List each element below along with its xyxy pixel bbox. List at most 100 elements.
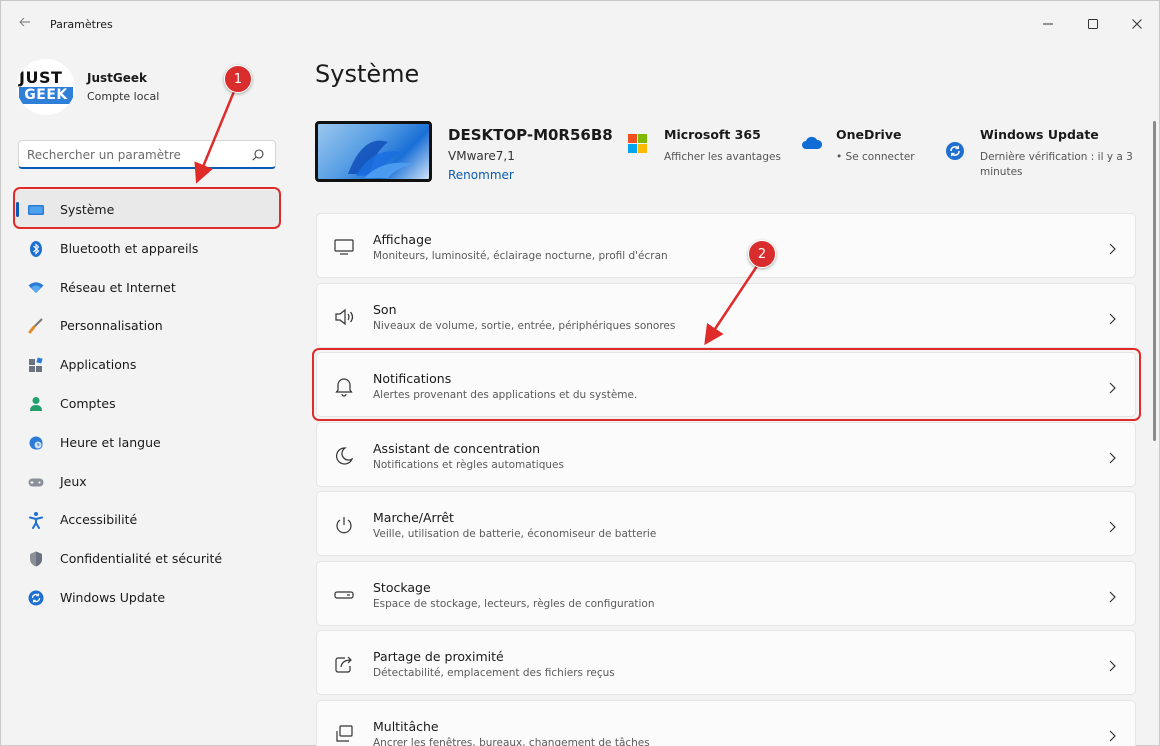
speaker-icon — [333, 306, 355, 328]
info-title: OneDrive — [836, 127, 902, 142]
sidebar-item-label: Accessibilité — [60, 512, 138, 528]
rename-link[interactable]: Renommer — [448, 168, 514, 182]
chevron-right-icon — [1107, 310, 1117, 324]
annotation-badge-2: 2 — [748, 240, 776, 268]
microsoft-365-block[interactable]: Microsoft 365 Afficher les avantages — [664, 127, 781, 165]
info-subtitle: Dernière vérification : il y a 3 minutes — [980, 151, 1133, 178]
device-name: DESKTOP-M0R56B8 — [448, 126, 613, 144]
window-title: Paramètres — [50, 18, 113, 31]
sidebar-item-windows-update[interactable]: Windows Update — [13, 578, 279, 617]
sidebar-item-bluetooth[interactable]: Bluetooth et appareils — [13, 229, 279, 268]
card-subtitle: Détectabilité, emplacement des fichiers … — [373, 667, 615, 679]
windows-update-block[interactable]: Windows Update Dernière vérification : i… — [980, 127, 1140, 180]
minimize-icon[interactable] — [1027, 9, 1069, 39]
back-arrow-icon[interactable] — [15, 15, 35, 35]
card-title: Partage de proximité — [373, 649, 504, 664]
moon-icon — [333, 445, 355, 467]
page-title: Système — [315, 60, 420, 88]
accessibility-icon — [27, 511, 45, 530]
card-title: Marche/Arrêt — [373, 510, 454, 525]
sidebar-item-comptes[interactable]: Comptes — [13, 384, 279, 423]
card-subtitle: Notifications et règles automatiques — [373, 458, 564, 471]
info-subtitle: Afficher les avantages — [664, 151, 781, 163]
card-title: Affichage — [373, 232, 432, 247]
chevron-right-icon — [1107, 657, 1117, 672]
chevron-right-icon — [1107, 240, 1117, 255]
storage-icon — [333, 584, 355, 606]
sidebar-item-label: Applications — [60, 357, 137, 373]
gamepad-icon — [27, 473, 45, 491]
card-subtitle: Niveaux de volume, sortie, entrée, périp… — [373, 319, 676, 332]
info-title: Microsoft 365 — [664, 127, 761, 142]
onedrive-block[interactable]: OneDrive • Se connecter — [836, 127, 915, 165]
card-title: Multitâche — [373, 718, 439, 734]
close-icon[interactable] — [1116, 9, 1158, 39]
annotation-highlight-notifications — [312, 348, 1141, 421]
globe-clock-icon — [27, 434, 45, 452]
person-icon — [27, 395, 45, 413]
card-subtitle: Veille, utilisation de batterie, économi… — [373, 528, 657, 540]
sidebar-nav: Système Bluetooth et appareils Réseau et… — [13, 190, 279, 617]
sidebar-item-applications[interactable]: Applications — [13, 345, 279, 384]
brush-icon — [27, 317, 45, 335]
device-model: VMware7,1 — [448, 149, 515, 163]
multitask-icon — [333, 723, 355, 745]
microsoft-logo-icon — [628, 134, 648, 158]
chevron-right-icon — [1107, 588, 1117, 602]
logo-text-top: JUST — [19, 68, 63, 87]
sidebar-item-label: Heure et langue — [60, 434, 161, 450]
display-icon — [333, 236, 355, 258]
card-assistant-concentration[interactable]: Assistant de concentration Notifications… — [316, 421, 1136, 487]
scrollbar[interactable] — [1153, 121, 1156, 441]
search-input[interactable] — [27, 145, 242, 164]
update-icon — [27, 589, 45, 607]
card-subtitle: Ancrer les fenêtres, bureaux, changement… — [373, 736, 650, 746]
sidebar-item-accessibilite[interactable]: Accessibilité — [13, 500, 279, 539]
card-affichage[interactable]: Affichage Moniteurs, luminosité, éclaira… — [316, 213, 1136, 278]
card-multitache[interactable]: Multitâche Ancrer les fenêtres, bureaux,… — [316, 699, 1136, 746]
device-wallpaper-thumbnail — [315, 121, 432, 182]
info-title: Windows Update — [980, 127, 1099, 142]
sidebar-item-reseau[interactable]: Réseau et Internet — [13, 268, 279, 307]
card-subtitle: Moniteurs, luminosité, éclairage nocturn… — [373, 250, 668, 262]
card-title: Son — [373, 301, 397, 317]
profile-account-type: Compte local — [87, 90, 160, 103]
sidebar-item-label: Jeux — [60, 473, 87, 489]
share-icon — [333, 653, 355, 675]
chevron-right-icon — [1107, 727, 1117, 741]
info-subtitle: • Se connecter — [836, 151, 915, 163]
card-title: Stockage — [373, 579, 431, 595]
annotation-highlight-systeme — [13, 187, 281, 229]
title-bar: Paramètres — [1, 1, 1159, 47]
card-marche-arret[interactable]: Marche/Arrêt Veille, utilisation de batt… — [316, 491, 1136, 556]
card-stockage[interactable]: Stockage Espace de stockage, lecteurs, r… — [316, 560, 1136, 626]
avatar: JUST GEEK — [17, 59, 75, 115]
chevron-right-icon — [1107, 518, 1117, 533]
profile-name: JustGeek — [87, 71, 147, 85]
card-subtitle: Espace de stockage, lecteurs, règles de … — [373, 597, 655, 610]
chevron-right-icon — [1107, 449, 1117, 463]
sidebar-item-confidentialite[interactable]: Confidentialité et sécurité — [13, 539, 279, 578]
sidebar-item-personnalisation[interactable]: Personnalisation — [13, 306, 279, 345]
shield-icon — [27, 550, 45, 568]
sync-icon — [945, 141, 965, 165]
card-son[interactable]: Son Niveaux de volume, sortie, entrée, p… — [316, 282, 1136, 348]
sidebar-item-label: Confidentialité et sécurité — [60, 551, 223, 567]
cloud-icon — [801, 135, 823, 155]
search-icon[interactable] — [251, 147, 265, 161]
search-box[interactable] — [18, 140, 276, 169]
settings-window: Paramètres JUST GEEK JustGeek Compte loc… — [0, 0, 1160, 746]
apps-icon — [27, 356, 45, 374]
maximize-icon[interactable] — [1072, 9, 1114, 39]
sidebar-item-heure[interactable]: Heure et langue — [13, 423, 279, 462]
annotation-badge-1: 1 — [224, 65, 252, 93]
sidebar-item-jeux[interactable]: Jeux — [13, 462, 279, 501]
sidebar-item-label: Windows Update — [60, 589, 166, 605]
sidebar-item-label: Comptes — [60, 395, 116, 411]
card-partage-proximite[interactable]: Partage de proximité Détectabilité, empl… — [316, 630, 1136, 695]
bluetooth-icon — [27, 240, 45, 258]
card-title: Assistant de concentration — [373, 440, 541, 456]
logo-text-bottom: GEEK — [19, 87, 73, 104]
sidebar-item-label: Réseau et Internet — [60, 279, 176, 295]
power-icon — [333, 514, 355, 536]
